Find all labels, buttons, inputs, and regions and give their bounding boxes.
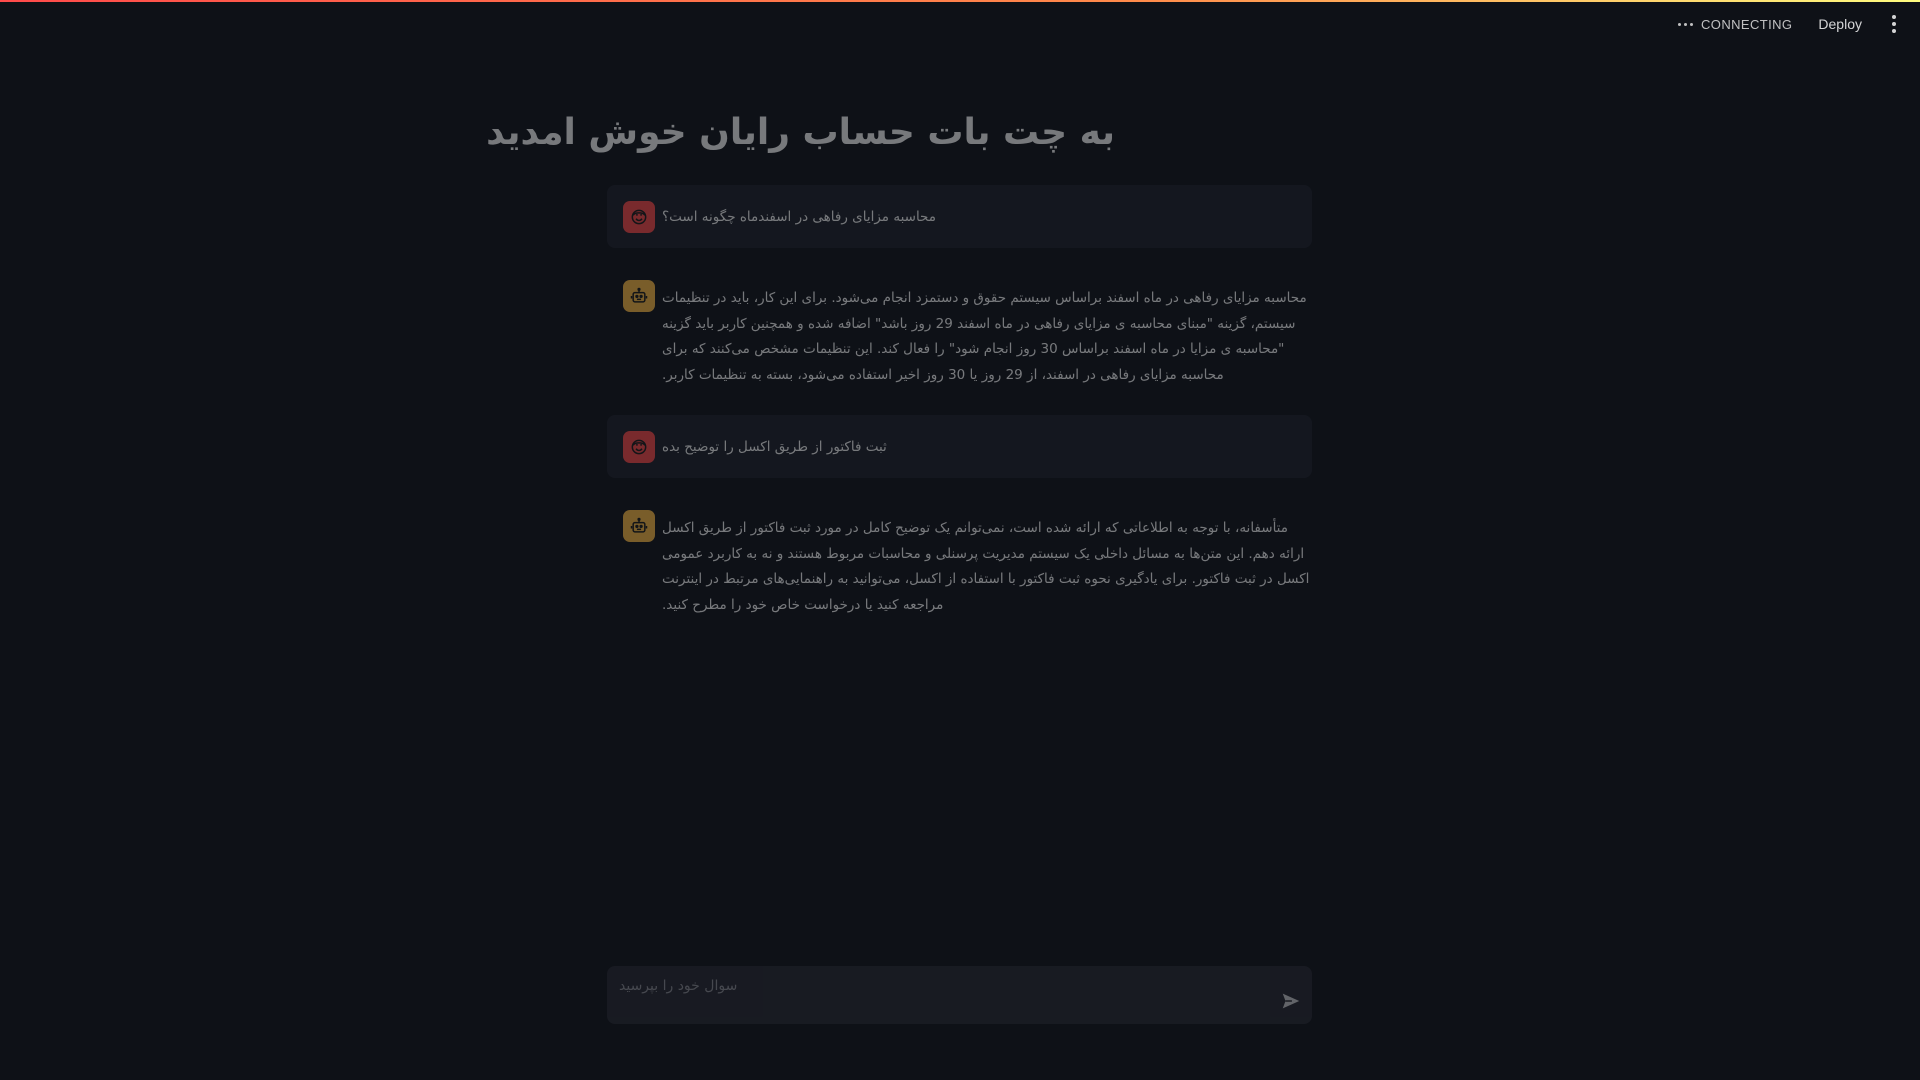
send-icon[interactable] bbox=[1280, 990, 1302, 1012]
chat-input-container bbox=[607, 966, 1312, 1024]
chat-message-text: محاسبه مزایای رفاهی در ماه اسفند براساس … bbox=[662, 290, 1307, 383]
assistant-robot-icon bbox=[623, 280, 655, 312]
chat-message-assistant: متأسفانه، با توجه به اطلاعاتی که ارائه ش… bbox=[607, 494, 1312, 613]
chat-message-text: ثبت فاکتور از طریق اکسل را توضیح بده bbox=[662, 439, 887, 455]
main-menu-icon[interactable] bbox=[1888, 11, 1900, 37]
chat-input[interactable] bbox=[617, 972, 1221, 1000]
user-face-icon bbox=[623, 201, 655, 233]
chat-message-text: محاسبه مزایای رفاهی در اسفندماه چگونه اس… bbox=[662, 209, 937, 225]
connection-status: CONNECTING bbox=[1678, 17, 1792, 32]
user-face-icon bbox=[623, 431, 655, 463]
status-dots-icon bbox=[1678, 22, 1694, 26]
chat-message-user: ثبت فاکتور از طریق اکسل را توضیح بده bbox=[607, 415, 1312, 478]
app-header: CONNECTING Deploy bbox=[0, 2, 1920, 46]
chat-message-user: محاسبه مزایای رفاهی در اسفندماه چگونه اس… bbox=[607, 185, 1312, 248]
connection-status-label: CONNECTING bbox=[1701, 16, 1793, 32]
assistant-robot-icon bbox=[623, 510, 655, 542]
chat-message-assistant: محاسبه مزایای رفاهی در ماه اسفند براساس … bbox=[607, 264, 1312, 383]
page-title: به چت بات حساب رایان خوش امدید bbox=[486, 112, 1115, 153]
deploy-button[interactable]: Deploy bbox=[1818, 16, 1862, 32]
chat-message-text: متأسفانه، با توجه به اطلاعاتی که ارائه ش… bbox=[662, 520, 1310, 613]
